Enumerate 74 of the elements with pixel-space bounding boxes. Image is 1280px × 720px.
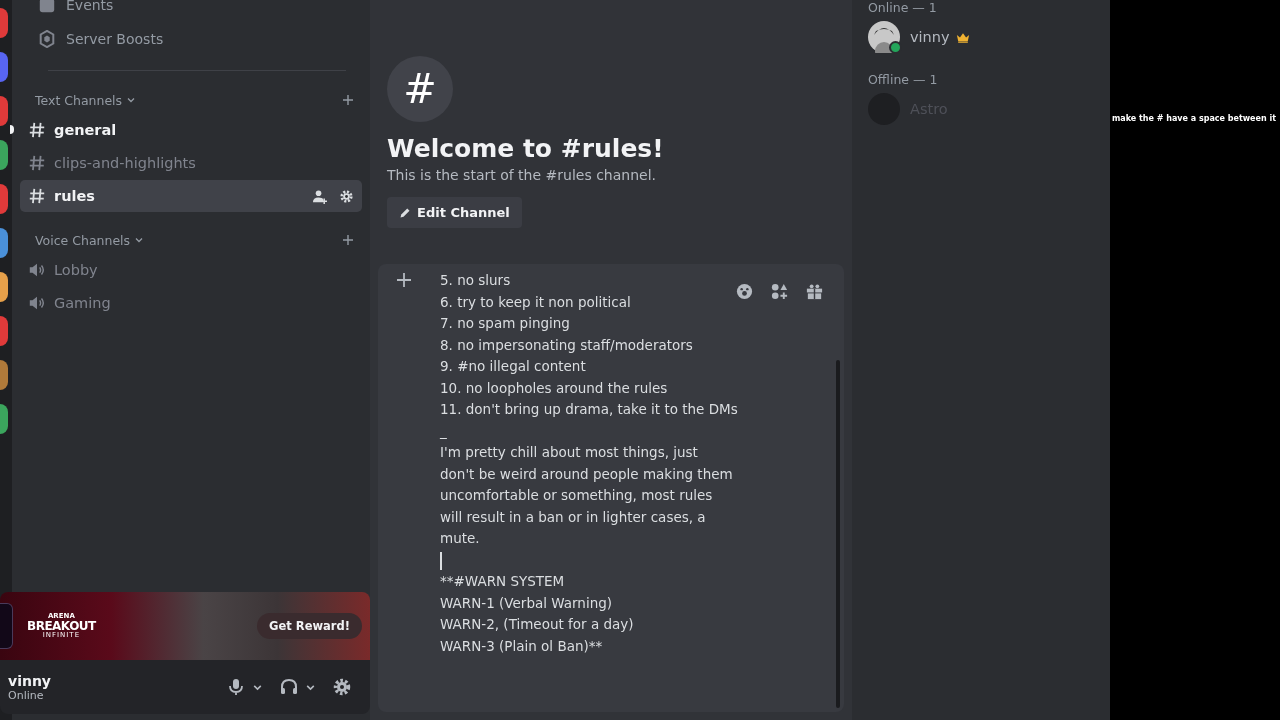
- message-text-line: 7. no spam pinging: [440, 315, 570, 331]
- emoji-icon[interactable]: [735, 282, 754, 301]
- hash-icon: [28, 121, 46, 139]
- game-icon: [0, 603, 13, 649]
- message-text-line: 5. no slurs: [440, 272, 511, 288]
- welcome-subtitle: This is the start of the #rules channel.: [387, 167, 657, 183]
- channel-icon: #: [387, 56, 453, 122]
- message-text-line: WARN-1 (Verbal Warning): [440, 594, 613, 611]
- member-group-header: Online — 1: [868, 0, 938, 17]
- message-text-line: 11. don't bring up drama, take it to the DMs: [440, 401, 738, 417]
- server-icon[interactable]: [0, 184, 8, 214]
- channel-item[interactable]: Gaming: [20, 287, 362, 319]
- headphones-icon[interactable]: [279, 677, 299, 697]
- pencil-icon: [399, 206, 411, 219]
- logo-text: BREAKOUT: [27, 620, 96, 632]
- member-item[interactable]: vinny: [868, 18, 1094, 56]
- scrollbar[interactable]: [836, 360, 840, 708]
- server-icon[interactable]: [0, 96, 8, 126]
- message-text-line: mute.: [440, 530, 480, 546]
- server-icon[interactable]: [0, 8, 8, 38]
- avatar: [868, 21, 900, 53]
- add-member-icon[interactable]: [312, 188, 327, 204]
- member-name: vinny: [910, 29, 950, 45]
- add-attachment-icon[interactable]: [396, 272, 412, 288]
- username: vinny: [8, 672, 51, 689]
- gift-icon[interactable]: [805, 282, 824, 301]
- add-channel-icon[interactable]: [342, 94, 354, 106]
- calendar-icon: [38, 0, 56, 14]
- server-icon[interactable]: [0, 272, 8, 302]
- channel-item[interactable]: rules: [20, 180, 362, 212]
- get-reward-button[interactable]: Get Reward!: [257, 613, 362, 639]
- server-icon[interactable]: [0, 404, 8, 434]
- unread-indicator: [10, 125, 14, 134]
- category-header[interactable]: Text Channels: [35, 92, 137, 108]
- server-icon[interactable]: [0, 228, 8, 258]
- channel-item[interactable]: general: [20, 114, 362, 146]
- message-text-line: uncomfortable or something, most rules: [440, 487, 713, 503]
- server-icon[interactable]: [0, 52, 8, 82]
- speaker-icon: [28, 294, 46, 312]
- settings-icon[interactable]: [332, 677, 352, 697]
- member-group-header: Offline — 1: [868, 71, 939, 89]
- apps-icon[interactable]: [770, 282, 789, 301]
- channel-item[interactable]: clips-and-highlights: [20, 147, 362, 179]
- sidebar-item[interactable]: Server Boosts: [20, 22, 362, 56]
- message-text-line: WARN-2, (Timeout for a day): [440, 616, 634, 632]
- category-header[interactable]: Voice Channels: [35, 232, 145, 248]
- hash-icon: [28, 154, 46, 172]
- message-text-line: 9. #no illegal content: [440, 358, 586, 374]
- edit-channel-button[interactable]: Edit Channel: [387, 197, 522, 228]
- message-text-line: _: [440, 422, 447, 439]
- message-text-line: 6. try to keep it non political: [440, 293, 631, 310]
- chat-overlay-message: make the # have a space between it: [1111, 114, 1276, 123]
- hash-icon: [28, 187, 46, 205]
- message-text-line: will result in a ban or in lighter cases, a: [440, 508, 706, 525]
- message-text-line: I'm pretty chill about most things, just: [440, 444, 698, 460]
- add-channel-icon[interactable]: [342, 234, 354, 246]
- boost-icon: [38, 30, 56, 48]
- speaker-icon: [28, 261, 46, 279]
- message-text-line: don't be weird around people making them: [440, 465, 733, 482]
- server-icon[interactable]: [0, 316, 8, 346]
- user-status: Online: [8, 688, 44, 702]
- message-input[interactable]: [378, 264, 844, 712]
- message-text-line: 10. no loopholes around the rules: [440, 379, 668, 396]
- settings-icon[interactable]: [339, 188, 354, 204]
- microphone-icon[interactable]: [226, 677, 246, 697]
- server-icon[interactable]: [0, 360, 8, 390]
- message-text-line: 8. no impersonating staff/moderators: [440, 336, 693, 353]
- text-cursor: [440, 551, 442, 570]
- channel-item[interactable]: Lobby: [20, 254, 362, 286]
- welcome-title: Welcome to #rules!: [387, 134, 665, 163]
- server-icon[interactable]: [0, 140, 8, 170]
- message-text-line: WARN-3 (Plain ol Ban)**: [440, 637, 603, 654]
- sidebar-item[interactable]: Events: [20, 0, 362, 22]
- message-text-line: **#WARN SYSTEM: [440, 573, 565, 589]
